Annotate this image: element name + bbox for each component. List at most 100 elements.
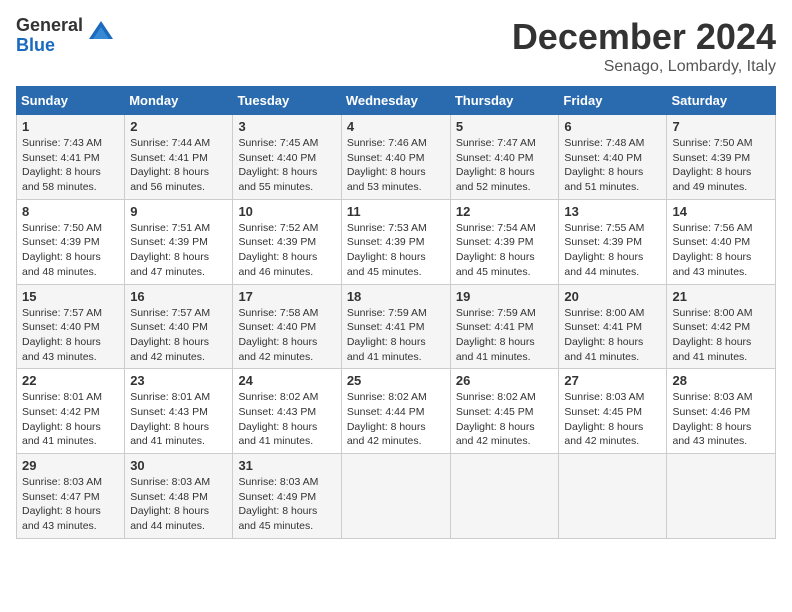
day-info: Sunrise: 8:00 AMSunset: 4:42 PMDaylight:…: [672, 307, 752, 363]
day-number: 19: [456, 289, 554, 304]
logo-general-text: General: [16, 16, 83, 36]
calendar-week-5: 29 Sunrise: 8:03 AMSunset: 4:47 PMDaylig…: [17, 454, 776, 539]
day-info: Sunrise: 7:56 AMSunset: 4:40 PMDaylight:…: [672, 222, 752, 278]
day-info: Sunrise: 8:03 AMSunset: 4:48 PMDaylight:…: [130, 476, 210, 532]
day-number: 30: [130, 458, 227, 473]
day-info: Sunrise: 7:54 AMSunset: 4:39 PMDaylight:…: [456, 222, 536, 278]
day-cell-14: 14 Sunrise: 7:56 AMSunset: 4:40 PMDaylig…: [667, 199, 776, 284]
day-info: Sunrise: 8:01 AMSunset: 4:42 PMDaylight:…: [22, 391, 102, 447]
day-number: 25: [347, 373, 445, 388]
empty-cell: [667, 454, 776, 539]
day-cell-21: 21 Sunrise: 8:00 AMSunset: 4:42 PMDaylig…: [667, 284, 776, 369]
day-number: 14: [672, 204, 770, 219]
day-cell-22: 22 Sunrise: 8:01 AMSunset: 4:42 PMDaylig…: [17, 369, 125, 454]
day-info: Sunrise: 8:00 AMSunset: 4:41 PMDaylight:…: [564, 307, 644, 363]
day-cell-13: 13 Sunrise: 7:55 AMSunset: 4:39 PMDaylig…: [559, 199, 667, 284]
col-header-saturday: Saturday: [667, 87, 776, 115]
day-number: 23: [130, 373, 227, 388]
day-cell-3: 3 Sunrise: 7:45 AMSunset: 4:40 PMDayligh…: [233, 115, 341, 200]
day-number: 24: [238, 373, 335, 388]
day-info: Sunrise: 7:52 AMSunset: 4:39 PMDaylight:…: [238, 222, 318, 278]
day-cell-20: 20 Sunrise: 8:00 AMSunset: 4:41 PMDaylig…: [559, 284, 667, 369]
day-number: 1: [22, 119, 119, 134]
col-header-sunday: Sunday: [17, 87, 125, 115]
day-number: 21: [672, 289, 770, 304]
day-info: Sunrise: 7:50 AMSunset: 4:39 PMDaylight:…: [672, 137, 752, 193]
empty-cell: [450, 454, 559, 539]
day-number: 22: [22, 373, 119, 388]
day-cell-18: 18 Sunrise: 7:59 AMSunset: 4:41 PMDaylig…: [341, 284, 450, 369]
day-number: 6: [564, 119, 661, 134]
title-block: December 2024 Senago, Lombardy, Italy: [512, 16, 776, 76]
page-header: General Blue December 2024 Senago, Lomba…: [16, 16, 776, 76]
day-number: 7: [672, 119, 770, 134]
day-number: 16: [130, 289, 227, 304]
day-cell-23: 23 Sunrise: 8:01 AMSunset: 4:43 PMDaylig…: [125, 369, 233, 454]
location: Senago, Lombardy, Italy: [512, 58, 776, 76]
day-info: Sunrise: 8:03 AMSunset: 4:46 PMDaylight:…: [672, 391, 752, 447]
day-info: Sunrise: 7:57 AMSunset: 4:40 PMDaylight:…: [22, 307, 102, 363]
day-cell-7: 7 Sunrise: 7:50 AMSunset: 4:39 PMDayligh…: [667, 115, 776, 200]
day-info: Sunrise: 8:03 AMSunset: 4:49 PMDaylight:…: [238, 476, 318, 532]
day-info: Sunrise: 7:43 AMSunset: 4:41 PMDaylight:…: [22, 137, 102, 193]
day-cell-9: 9 Sunrise: 7:51 AMSunset: 4:39 PMDayligh…: [125, 199, 233, 284]
day-info: Sunrise: 8:01 AMSunset: 4:43 PMDaylight:…: [130, 391, 210, 447]
day-info: Sunrise: 7:44 AMSunset: 4:41 PMDaylight:…: [130, 137, 210, 193]
calendar-week-2: 8 Sunrise: 7:50 AMSunset: 4:39 PMDayligh…: [17, 199, 776, 284]
day-cell-30: 30 Sunrise: 8:03 AMSunset: 4:48 PMDaylig…: [125, 454, 233, 539]
day-number: 27: [564, 373, 661, 388]
day-cell-10: 10 Sunrise: 7:52 AMSunset: 4:39 PMDaylig…: [233, 199, 341, 284]
day-cell-8: 8 Sunrise: 7:50 AMSunset: 4:39 PMDayligh…: [17, 199, 125, 284]
day-info: Sunrise: 7:47 AMSunset: 4:40 PMDaylight:…: [456, 137, 536, 193]
day-cell-11: 11 Sunrise: 7:53 AMSunset: 4:39 PMDaylig…: [341, 199, 450, 284]
calendar-table: SundayMondayTuesdayWednesdayThursdayFrid…: [16, 86, 776, 539]
day-cell-15: 15 Sunrise: 7:57 AMSunset: 4:40 PMDaylig…: [17, 284, 125, 369]
day-info: Sunrise: 7:48 AMSunset: 4:40 PMDaylight:…: [564, 137, 644, 193]
calendar-week-1: 1 Sunrise: 7:43 AMSunset: 4:41 PMDayligh…: [17, 115, 776, 200]
day-number: 29: [22, 458, 119, 473]
day-number: 5: [456, 119, 554, 134]
day-number: 10: [238, 204, 335, 219]
logo-blue-text: Blue: [16, 36, 83, 56]
day-info: Sunrise: 7:58 AMSunset: 4:40 PMDaylight:…: [238, 307, 318, 363]
day-cell-4: 4 Sunrise: 7:46 AMSunset: 4:40 PMDayligh…: [341, 115, 450, 200]
logo-icon: [87, 19, 115, 52]
day-cell-5: 5 Sunrise: 7:47 AMSunset: 4:40 PMDayligh…: [450, 115, 559, 200]
day-number: 2: [130, 119, 227, 134]
day-number: 12: [456, 204, 554, 219]
calendar-week-3: 15 Sunrise: 7:57 AMSunset: 4:40 PMDaylig…: [17, 284, 776, 369]
day-number: 13: [564, 204, 661, 219]
day-number: 26: [456, 373, 554, 388]
day-cell-16: 16 Sunrise: 7:57 AMSunset: 4:40 PMDaylig…: [125, 284, 233, 369]
day-cell-27: 27 Sunrise: 8:03 AMSunset: 4:45 PMDaylig…: [559, 369, 667, 454]
col-header-wednesday: Wednesday: [341, 87, 450, 115]
day-cell-2: 2 Sunrise: 7:44 AMSunset: 4:41 PMDayligh…: [125, 115, 233, 200]
day-number: 17: [238, 289, 335, 304]
day-info: Sunrise: 8:02 AMSunset: 4:44 PMDaylight:…: [347, 391, 427, 447]
day-info: Sunrise: 7:53 AMSunset: 4:39 PMDaylight:…: [347, 222, 427, 278]
day-cell-26: 26 Sunrise: 8:02 AMSunset: 4:45 PMDaylig…: [450, 369, 559, 454]
day-info: Sunrise: 7:57 AMSunset: 4:40 PMDaylight:…: [130, 307, 210, 363]
day-info: Sunrise: 7:50 AMSunset: 4:39 PMDaylight:…: [22, 222, 102, 278]
day-cell-28: 28 Sunrise: 8:03 AMSunset: 4:46 PMDaylig…: [667, 369, 776, 454]
day-cell-29: 29 Sunrise: 8:03 AMSunset: 4:47 PMDaylig…: [17, 454, 125, 539]
calendar-week-4: 22 Sunrise: 8:01 AMSunset: 4:42 PMDaylig…: [17, 369, 776, 454]
empty-cell: [341, 454, 450, 539]
day-info: Sunrise: 7:51 AMSunset: 4:39 PMDaylight:…: [130, 222, 210, 278]
day-info: Sunrise: 8:03 AMSunset: 4:45 PMDaylight:…: [564, 391, 644, 447]
day-number: 8: [22, 204, 119, 219]
day-info: Sunrise: 7:59 AMSunset: 4:41 PMDaylight:…: [347, 307, 427, 363]
day-number: 31: [238, 458, 335, 473]
col-header-friday: Friday: [559, 87, 667, 115]
day-number: 3: [238, 119, 335, 134]
day-cell-17: 17 Sunrise: 7:58 AMSunset: 4:40 PMDaylig…: [233, 284, 341, 369]
day-cell-6: 6 Sunrise: 7:48 AMSunset: 4:40 PMDayligh…: [559, 115, 667, 200]
day-cell-31: 31 Sunrise: 8:03 AMSunset: 4:49 PMDaylig…: [233, 454, 341, 539]
day-info: Sunrise: 8:03 AMSunset: 4:47 PMDaylight:…: [22, 476, 102, 532]
day-info: Sunrise: 7:45 AMSunset: 4:40 PMDaylight:…: [238, 137, 318, 193]
day-number: 20: [564, 289, 661, 304]
col-header-tuesday: Tuesday: [233, 87, 341, 115]
day-cell-25: 25 Sunrise: 8:02 AMSunset: 4:44 PMDaylig…: [341, 369, 450, 454]
empty-cell: [559, 454, 667, 539]
day-info: Sunrise: 7:46 AMSunset: 4:40 PMDaylight:…: [347, 137, 427, 193]
